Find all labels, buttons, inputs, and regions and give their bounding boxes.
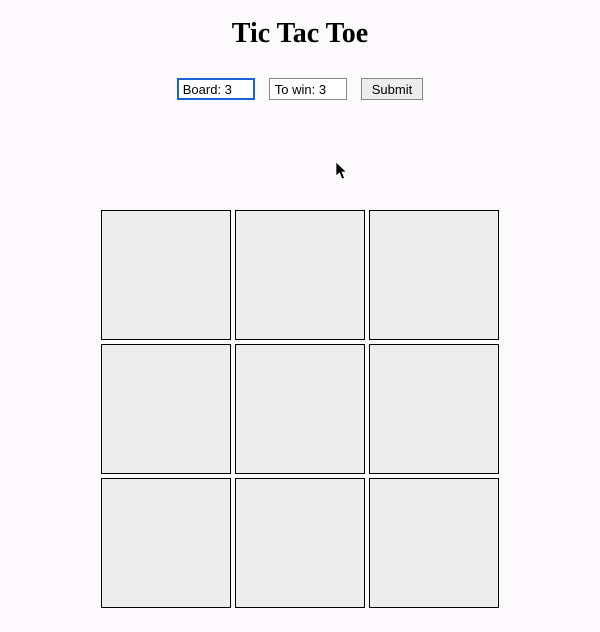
board-cell[interactable] bbox=[369, 210, 499, 340]
controls-row: Submit bbox=[177, 78, 423, 100]
board-cell[interactable] bbox=[369, 344, 499, 474]
board-cell[interactable] bbox=[235, 210, 365, 340]
game-board bbox=[101, 210, 499, 608]
board-size-input[interactable] bbox=[177, 78, 255, 100]
submit-button[interactable]: Submit bbox=[361, 78, 423, 100]
board-cell[interactable] bbox=[235, 478, 365, 608]
board-cell[interactable] bbox=[235, 344, 365, 474]
board-cell[interactable] bbox=[101, 344, 231, 474]
board-cell[interactable] bbox=[101, 210, 231, 340]
board-cell[interactable] bbox=[101, 478, 231, 608]
to-win-input[interactable] bbox=[269, 78, 347, 100]
board-cell[interactable] bbox=[369, 478, 499, 608]
page-title: Tic Tac Toe bbox=[232, 18, 368, 50]
